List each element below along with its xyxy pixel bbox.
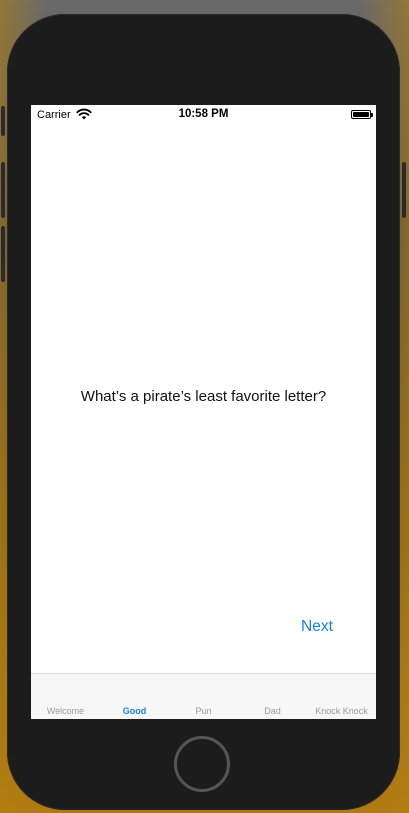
mute-switch xyxy=(1,106,5,136)
tab-knock-knock[interactable]: Knock Knock xyxy=(307,706,376,716)
volume-down-button xyxy=(1,226,5,282)
status-time: 10:58 PM xyxy=(178,108,229,120)
tab-welcome[interactable]: Welcome xyxy=(31,706,100,716)
next-button[interactable]: Next xyxy=(301,618,361,636)
status-bar: Carrier 10:58 PM xyxy=(31,105,376,125)
tab-good[interactable]: Good xyxy=(100,706,169,716)
tab-bar: Welcome Good Pun Dad Knock Knock xyxy=(31,673,376,719)
tab-dad[interactable]: Dad xyxy=(238,706,307,716)
power-button xyxy=(402,162,406,218)
joke-question: What’s a pirate’s least favorite letter? xyxy=(80,388,327,405)
tab-pun[interactable]: Pun xyxy=(169,706,238,716)
battery-icon xyxy=(351,110,373,119)
app-screen: Carrier 10:58 PM What’s a pirate’s least… xyxy=(31,105,376,719)
volume-up-button xyxy=(1,162,5,218)
home-button[interactable] xyxy=(174,736,230,792)
